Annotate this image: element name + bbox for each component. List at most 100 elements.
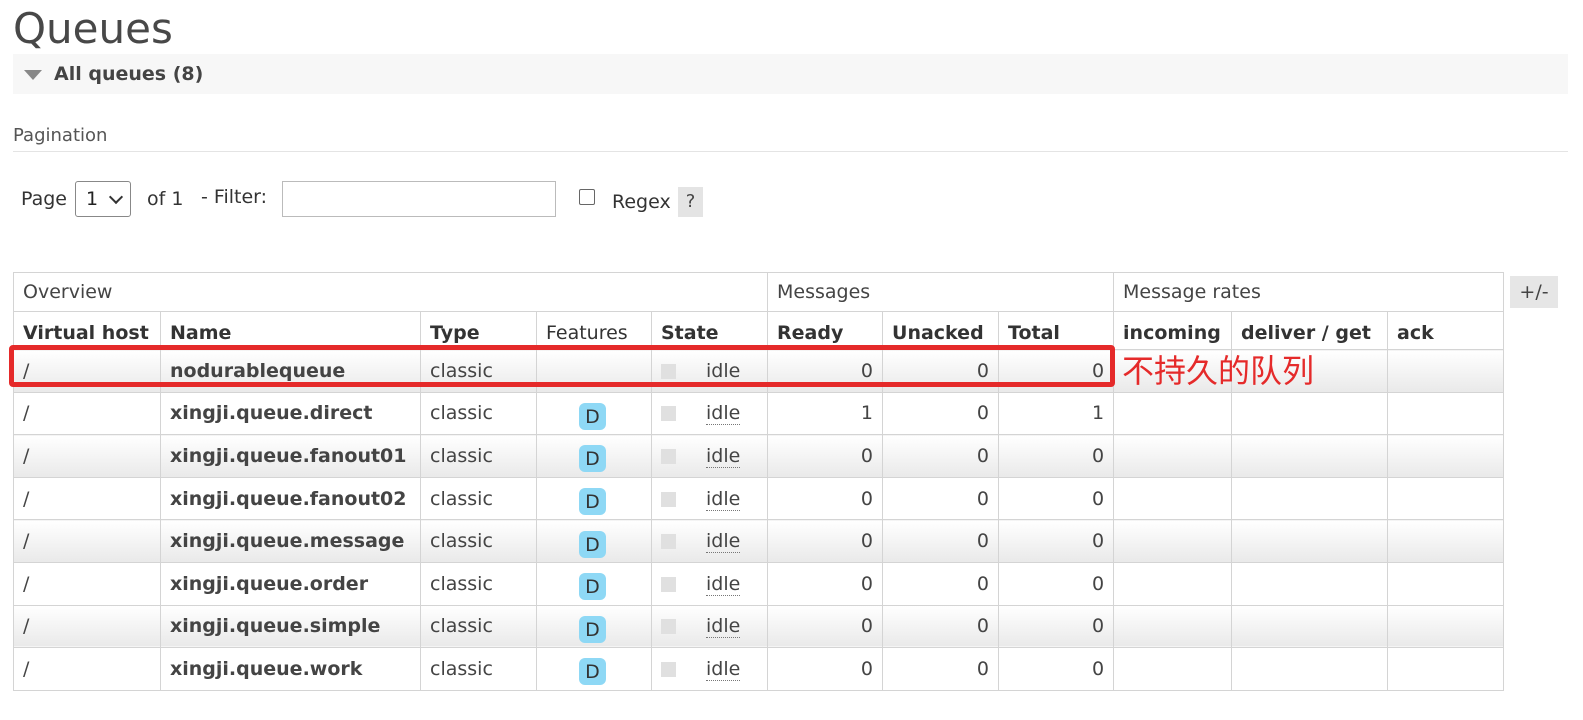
toggle-columns-button[interactable]: +/- (1510, 276, 1558, 308)
features-cell: D (536, 476, 652, 521)
collapse-triangle-icon (24, 70, 42, 80)
ack-cell (1387, 349, 1505, 393)
page-label: Page (21, 188, 67, 210)
ready-cell: 0 (767, 561, 884, 606)
page-select[interactable]: 1 (75, 181, 131, 217)
group-header-overview: Overview (12, 272, 769, 312)
unacked-cell: 0 (882, 476, 1000, 521)
state-label: idle (706, 359, 741, 383)
vhost-cell: / (13, 647, 161, 691)
deliver-get-cell (1231, 647, 1389, 691)
queue-name-link[interactable]: xingji.queue.fanout02 (160, 476, 421, 521)
regex-help-button[interactable]: ? (678, 187, 703, 217)
incoming-cell (1113, 519, 1233, 563)
column-header-name[interactable]: Name (160, 311, 421, 350)
queue-name-link[interactable]: xingji.queue.work (160, 647, 421, 691)
type-cell: classic (420, 647, 537, 691)
ack-cell (1387, 391, 1505, 436)
unacked-cell: 0 (882, 561, 1000, 606)
unacked-cell: 0 (882, 647, 1000, 691)
queue-name-link[interactable]: xingji.queue.direct (160, 391, 421, 436)
unacked-cell: 0 (882, 519, 1000, 563)
column-header-total[interactable]: Total (998, 311, 1115, 350)
queue-name-link[interactable]: xingji.queue.fanout01 (160, 434, 421, 478)
vhost-cell: / (13, 391, 161, 436)
total-cell: 0 (998, 647, 1115, 691)
queue-name-link[interactable]: xingji.queue.message (160, 519, 421, 563)
regex-checkbox[interactable] (579, 189, 595, 205)
column-header-state[interactable]: State (650, 311, 769, 350)
deliver-get-cell (1231, 476, 1389, 521)
vhost-cell: / (13, 561, 161, 606)
durable-badge[interactable]: D (579, 573, 606, 601)
incoming-cell (1113, 391, 1233, 436)
state-cell: idle (650, 604, 769, 649)
state-indicator-icon (661, 363, 676, 379)
group-header-messages: Messages (767, 272, 1115, 312)
vhost-cell: / (13, 434, 161, 478)
ack-cell (1387, 434, 1505, 478)
state-cell: idle (650, 476, 769, 521)
state-label: idle (706, 572, 741, 596)
incoming-cell (1113, 476, 1233, 521)
state-label: idle (706, 487, 741, 511)
queue-name-link[interactable]: xingji.queue.order (160, 561, 421, 606)
type-cell: classic (420, 434, 537, 478)
column-header-incoming[interactable]: incoming (1113, 311, 1233, 350)
state-cell: idle (650, 349, 769, 393)
annotation-label: 不持久的队列 (1122, 352, 1315, 390)
unacked-cell: 0 (882, 391, 1000, 436)
incoming-cell (1113, 561, 1233, 606)
column-header-virtual-host[interactable]: Virtual host (13, 311, 161, 350)
durable-badge[interactable]: D (579, 488, 606, 516)
section-label: All queues (8) (54, 63, 204, 85)
type-cell: classic (420, 476, 537, 521)
table-row: / xingji.queue.fanout02 classic Didle 0 0 0 (13, 476, 1505, 521)
durable-badge[interactable]: D (579, 402, 606, 430)
features-cell: D (536, 391, 652, 436)
vhost-cell: / (13, 604, 161, 649)
column-header-unacked[interactable]: Unacked (882, 311, 1000, 350)
state-label: idle (706, 657, 741, 681)
state-indicator-icon (661, 534, 676, 550)
state-cell: idle (650, 434, 769, 478)
column-header-ack[interactable]: ack (1387, 311, 1505, 350)
deliver-get-cell (1231, 391, 1389, 436)
filter-input[interactable] (282, 181, 556, 217)
durable-badge[interactable]: D (579, 445, 606, 473)
state-indicator-icon (661, 448, 676, 464)
column-header-deliver-get[interactable]: deliver / get (1231, 311, 1389, 350)
pagination-divider (13, 151, 1568, 152)
ready-cell: 0 (767, 647, 884, 691)
durable-badge[interactable]: D (579, 615, 606, 643)
features-cell: D (536, 604, 652, 649)
state-label: idle (706, 444, 741, 468)
features-cell: D (536, 647, 652, 691)
state-cell: idle (650, 391, 769, 436)
column-header-ready[interactable]: Ready (767, 311, 884, 350)
incoming-cell (1113, 604, 1233, 649)
total-cell: 0 (998, 349, 1115, 393)
durable-badge[interactable]: D (579, 658, 606, 686)
table-row: / xingji.queue.order classic Didle 0 0 0 (13, 561, 1505, 606)
state-label: idle (706, 402, 741, 426)
queue-name-link[interactable]: xingji.queue.simple (160, 604, 421, 649)
ack-cell (1387, 604, 1505, 649)
all-queues-section-toggle[interactable]: All queues (8) (13, 54, 1568, 94)
pagination-title: Pagination (13, 125, 108, 146)
table-row: / xingji.queue.message classic Didle 0 0 0 (13, 519, 1505, 563)
column-header-type[interactable]: Type (420, 311, 537, 350)
features-cell: D (536, 519, 652, 563)
state-indicator-icon (661, 406, 676, 422)
durable-badge[interactable]: D (579, 530, 606, 558)
table-row: / xingji.queue.fanout01 classic Didle 0 0 0 (13, 434, 1505, 478)
queue-name-link[interactable]: nodurablequeue (160, 349, 421, 393)
ready-cell: 0 (767, 519, 884, 563)
deliver-get-cell (1231, 434, 1389, 478)
state-cell: idle (650, 519, 769, 563)
ready-cell: 0 (767, 349, 884, 393)
state-indicator-icon (661, 619, 676, 635)
vhost-cell: / (13, 476, 161, 521)
state-cell: idle (650, 647, 769, 691)
unacked-cell: 0 (882, 349, 1000, 393)
